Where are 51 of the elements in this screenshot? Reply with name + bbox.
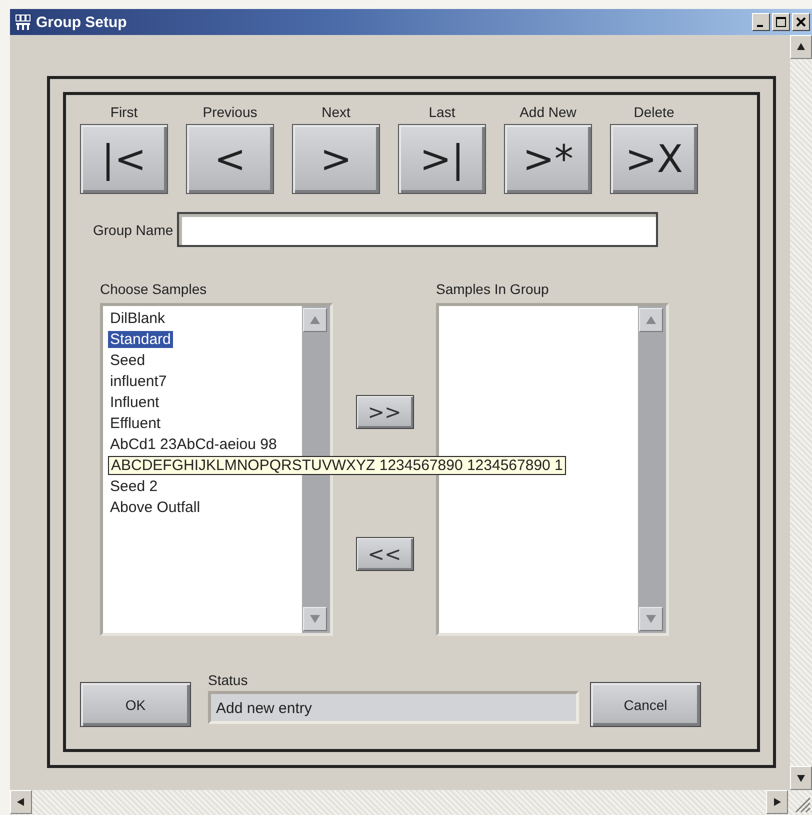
nav-label: First: [110, 104, 138, 120]
list-item[interactable]: Seed: [108, 352, 148, 369]
minimize-button[interactable]: [752, 13, 770, 31]
list-item[interactable]: AbCd1 23AbCd-aeiou 98: [108, 436, 279, 453]
nav-button[interactable]: |<: [80, 124, 168, 194]
field-label: Group Name: [93, 222, 174, 238]
minimize-icon: [756, 25, 762, 27]
transfer-button[interactable]: >>: [356, 395, 414, 429]
left-arrow-icon: [16, 797, 26, 807]
scroll-left-button[interactable]: [10, 790, 32, 814]
down-arrow-icon: [646, 615, 656, 623]
list-label: Samples In Group: [436, 281, 550, 297]
up-arrow-icon: [796, 42, 806, 52]
list-label: Choose Samples: [100, 281, 208, 297]
list-item[interactable]: Effluent: [108, 415, 163, 432]
right-arrow-icon: [772, 797, 782, 807]
list-item[interactable]: DilBlank: [108, 310, 168, 327]
up-arrow-icon: [310, 316, 320, 324]
close-button[interactable]: [792, 13, 810, 31]
maximize-button[interactable]: [772, 13, 790, 31]
list-item[interactable]: Standard: [108, 331, 173, 348]
nav-label: Next: [322, 104, 350, 120]
maximize-icon: [775, 16, 787, 28]
tooltip[interactable]: ABCDEFGHIJKLMNOPQRSTUVWXYZ 1234567890 1234567890 1: [108, 456, 566, 475]
cancel-button[interactable]: Cancel: [590, 682, 701, 727]
nav-button[interactable]: <: [186, 124, 274, 194]
nav-label: Last: [428, 104, 456, 120]
transfer-button[interactable]: <<: [356, 537, 414, 571]
close-icon: [795, 16, 807, 28]
down-arrow-icon: [310, 615, 320, 623]
list-item[interactable]: Seed 2: [108, 478, 160, 495]
group-name-field[interactable]: [177, 212, 658, 247]
ok-button[interactable]: OK: [80, 682, 191, 727]
nav-button[interactable]: >|: [398, 124, 486, 194]
status-label: Status: [208, 672, 249, 688]
nav-label: Delete: [634, 104, 674, 120]
list-item[interactable]: influent7: [108, 373, 169, 390]
nav-label: Add New: [520, 104, 576, 120]
app-icon: [14, 13, 32, 31]
list-item[interactable]: Influent: [108, 394, 162, 411]
nav-button[interactable]: >X: [610, 124, 698, 194]
nav-button[interactable]: >*: [504, 124, 592, 194]
window-title: Group Setup: [36, 14, 128, 30]
horizontal-scrollbar[interactable]: [10, 790, 812, 815]
up-arrow-icon: [646, 316, 656, 324]
scroll-right-button[interactable]: [766, 790, 788, 814]
down-arrow-icon: [796, 773, 806, 783]
list-item[interactable]: Above Outfall: [108, 499, 202, 516]
status-field: Add new entry: [208, 691, 579, 724]
nav-button[interactable]: >: [292, 124, 380, 194]
nav-label: Previous: [202, 104, 258, 120]
